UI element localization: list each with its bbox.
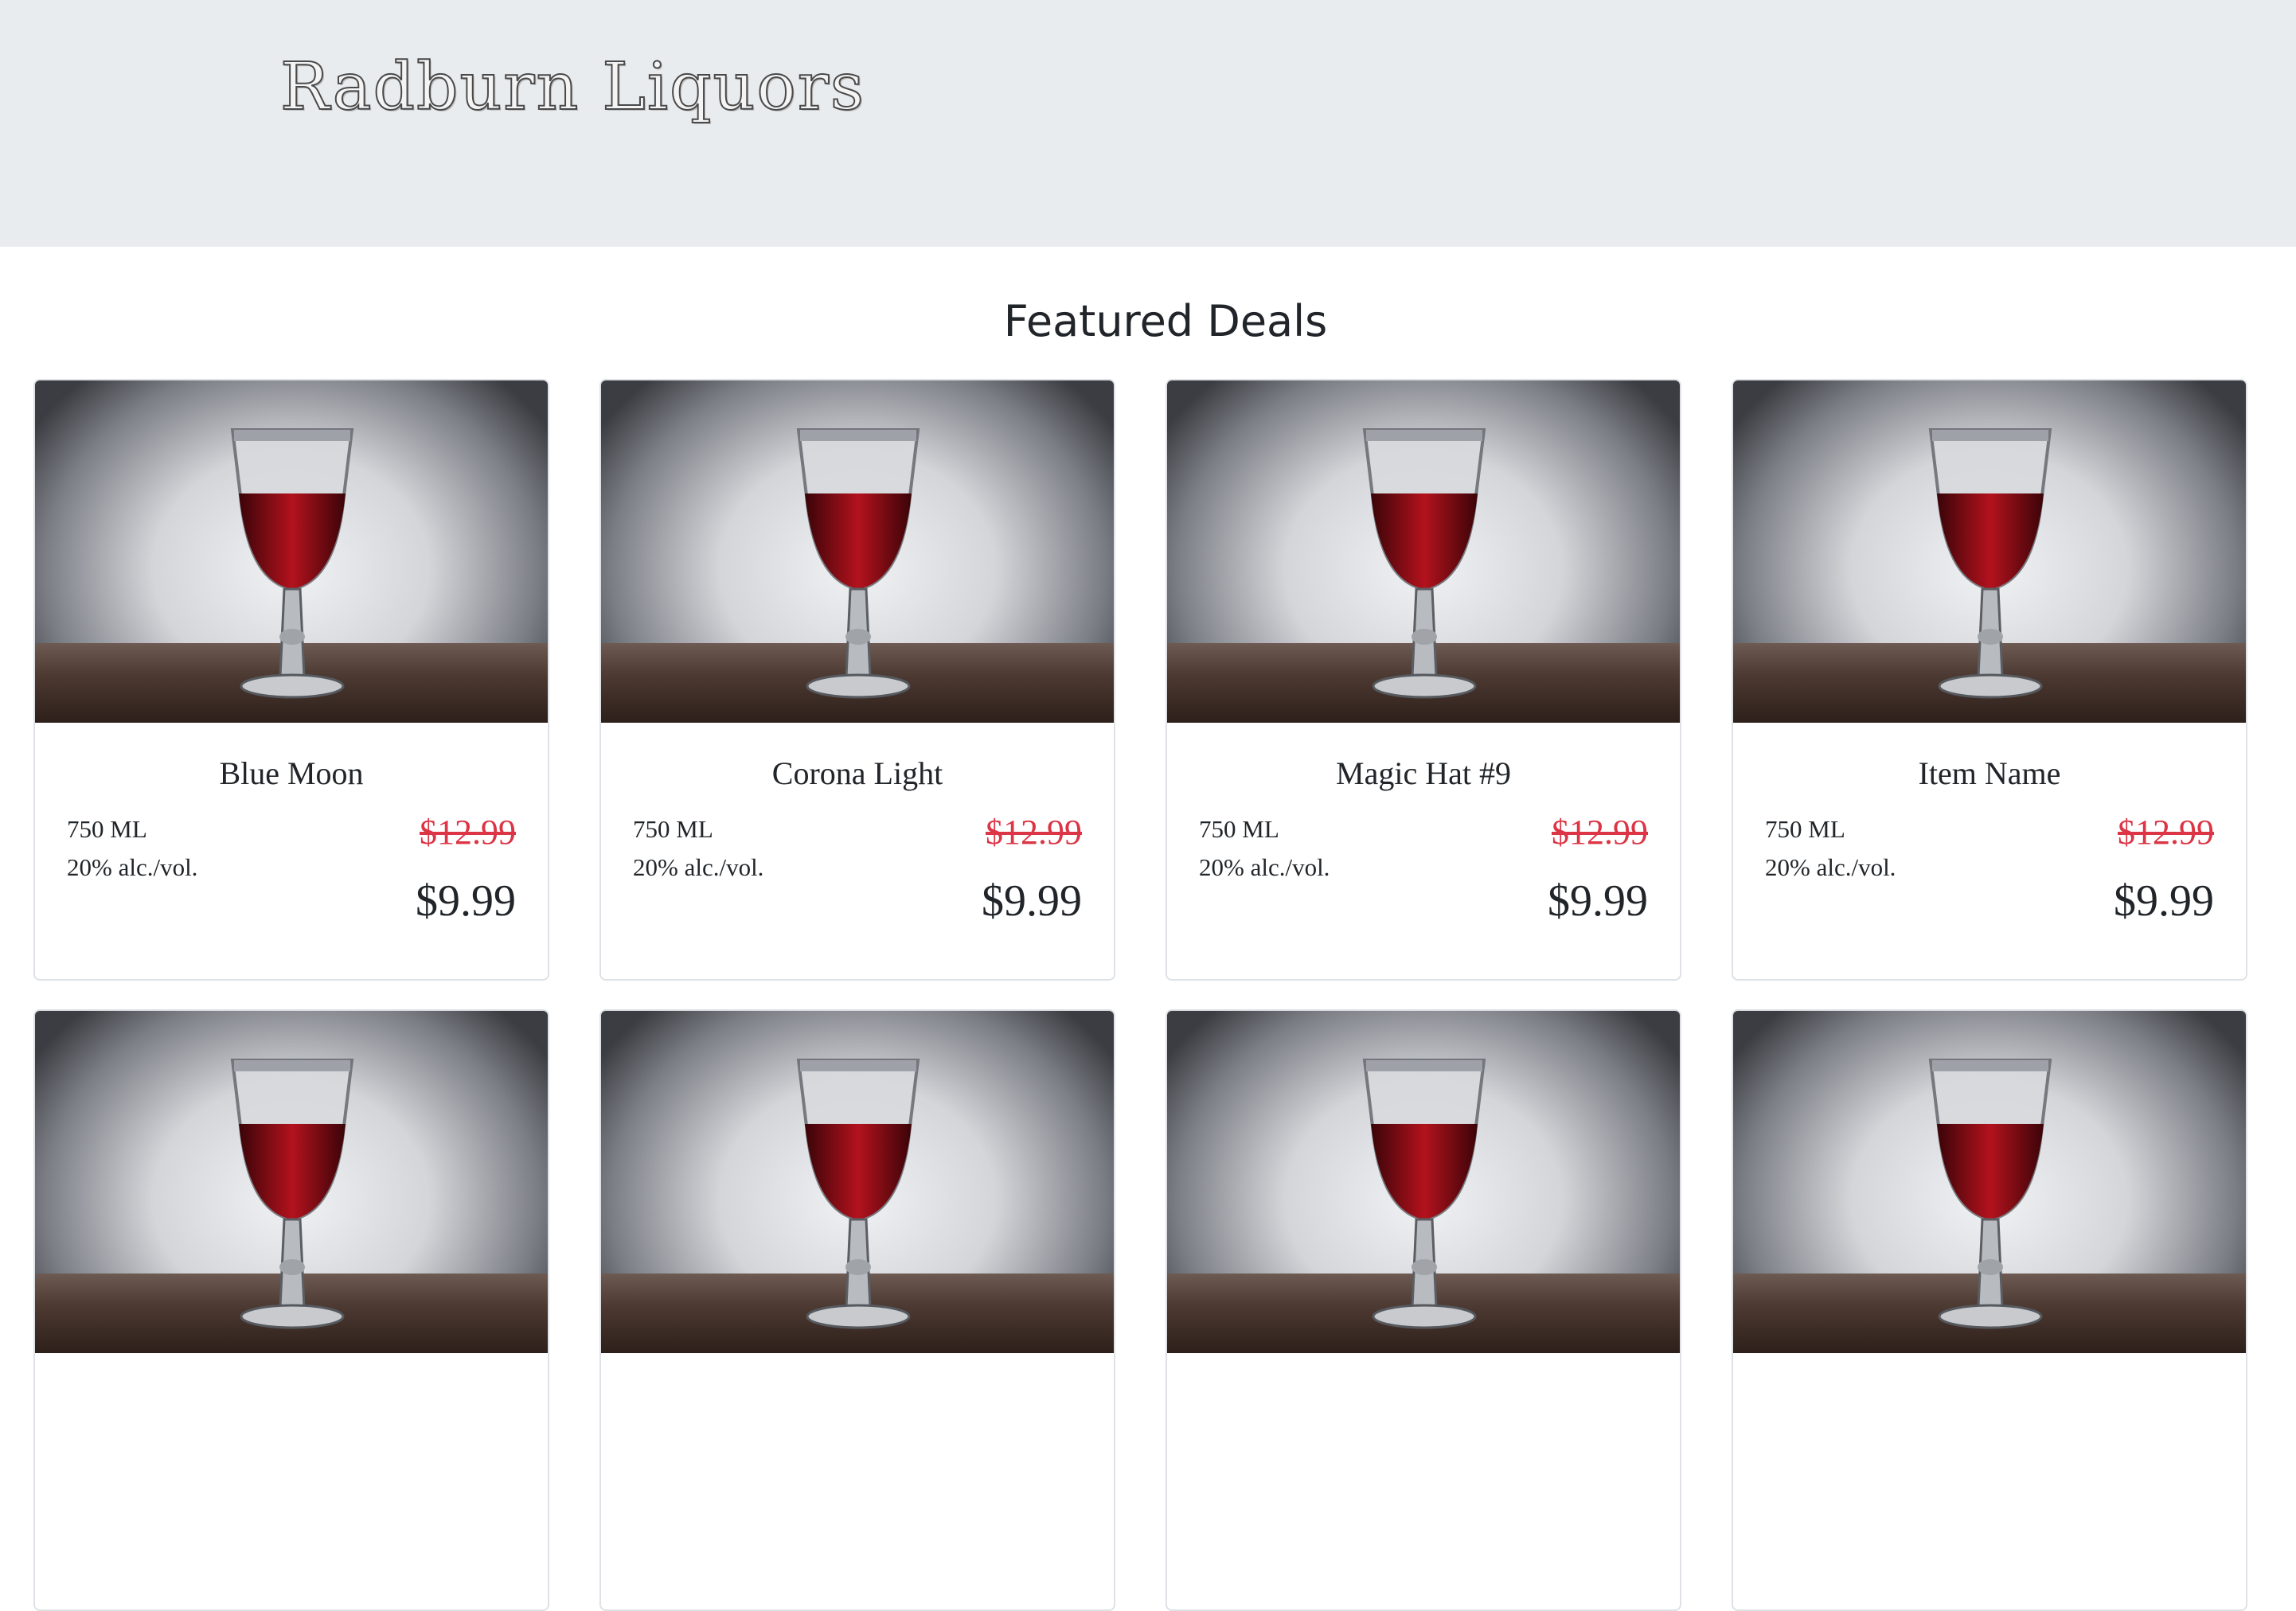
card-body: Magic Hat #9 750 ML 20% alc./vol. $12.99… bbox=[1167, 723, 1680, 979]
product-image[interactable] bbox=[1733, 380, 2246, 723]
product-card[interactable]: Item Name 750 ML 20% alc./vol. $12.99 $9… bbox=[1732, 379, 2247, 981]
product-abv: 20% alc./vol. bbox=[633, 853, 764, 881]
product-name[interactable]: Magic Hat #9 bbox=[1167, 755, 1680, 792]
product-card[interactable]: Magic Hat #9 750 ML 20% alc./vol. $12.99… bbox=[1166, 379, 1681, 981]
product-image[interactable] bbox=[35, 1011, 548, 1353]
sale-price: $9.99 bbox=[416, 876, 516, 926]
product-name[interactable]: Item Name bbox=[1733, 755, 2246, 792]
product-volume: 750 ML bbox=[1199, 815, 1279, 843]
wine-glass-icon bbox=[796, 1059, 920, 1329]
product-image[interactable] bbox=[1167, 1011, 1680, 1353]
product-card[interactable]: Corona Light 750 ML 20% alc./vol. $12.99… bbox=[599, 379, 1115, 981]
section-title: Featured Deals bbox=[1003, 296, 1328, 346]
product-image[interactable] bbox=[1167, 380, 1680, 723]
site-header: Radburn Liquors bbox=[0, 0, 2296, 247]
wine-glass-icon bbox=[1362, 1059, 1486, 1329]
wine-glass-icon bbox=[230, 428, 354, 699]
wine-glass-icon bbox=[1362, 428, 1486, 699]
sale-price: $9.99 bbox=[2114, 876, 2214, 926]
wine-glass-icon bbox=[1928, 428, 2052, 699]
product-image[interactable] bbox=[601, 1011, 1114, 1353]
original-price: $12.99 bbox=[2118, 813, 2214, 852]
product-card[interactable] bbox=[599, 1009, 1115, 1611]
product-volume: 750 ML bbox=[633, 815, 713, 843]
brand-logo[interactable]: Radburn Liquors bbox=[279, 49, 865, 126]
card-body: Corona Light 750 ML 20% alc./vol. $12.99… bbox=[601, 723, 1114, 979]
product-name[interactable]: Blue Moon bbox=[35, 755, 548, 792]
product-abv: 20% alc./vol. bbox=[67, 853, 198, 881]
product-name[interactable]: Corona Light bbox=[601, 755, 1114, 792]
product-image[interactable] bbox=[601, 380, 1114, 723]
product-image[interactable] bbox=[1733, 1011, 2246, 1353]
product-abv: 20% alc./vol. bbox=[1765, 853, 1896, 881]
sale-price: $9.99 bbox=[1548, 876, 1648, 926]
product-abv: 20% alc./vol. bbox=[1199, 853, 1330, 881]
product-volume: 750 ML bbox=[1765, 815, 1845, 843]
product-card[interactable] bbox=[1166, 1009, 1681, 1611]
wine-glass-icon bbox=[230, 1059, 354, 1329]
product-card[interactable]: Blue Moon 750 ML 20% alc./vol. $12.99 $9… bbox=[33, 379, 549, 981]
product-image[interactable] bbox=[35, 380, 548, 723]
original-price: $12.99 bbox=[986, 813, 1082, 852]
product-volume: 750 ML bbox=[67, 815, 147, 843]
card-body: Blue Moon 750 ML 20% alc./vol. $12.99 $9… bbox=[35, 723, 548, 979]
product-card[interactable] bbox=[1732, 1009, 2247, 1611]
original-price: $12.99 bbox=[1552, 813, 1648, 852]
wine-glass-icon bbox=[796, 428, 920, 699]
wine-glass-icon bbox=[1928, 1059, 2052, 1329]
card-body: Item Name 750 ML 20% alc./vol. $12.99 $9… bbox=[1733, 723, 2246, 979]
original-price: $12.99 bbox=[420, 813, 516, 852]
product-card[interactable] bbox=[33, 1009, 549, 1611]
product-grid: Blue Moon 750 ML 20% alc./vol. $12.99 $9… bbox=[33, 379, 2250, 1611]
sale-price: $9.99 bbox=[982, 876, 1082, 926]
